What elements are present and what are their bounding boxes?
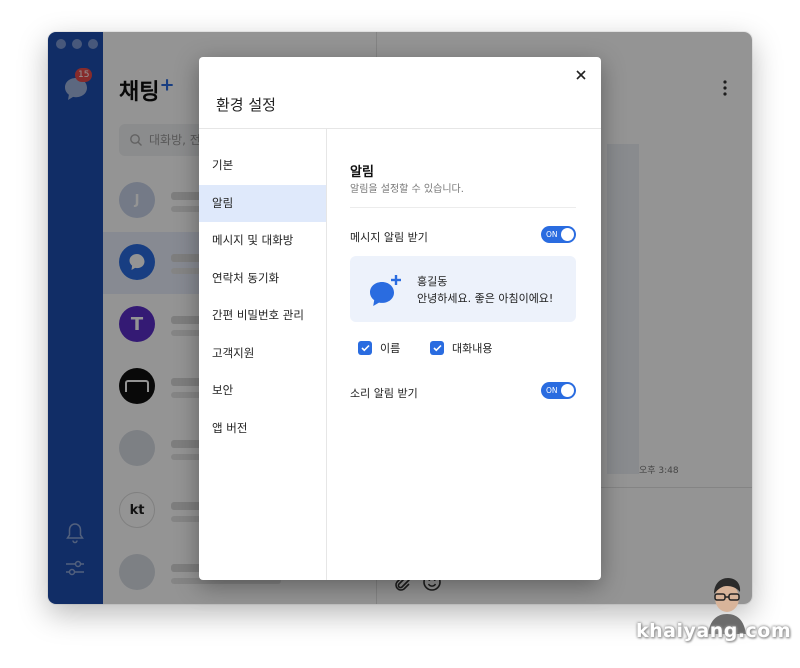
nav-item-notifications[interactable]: 알림 [199, 184, 326, 222]
toggle-state: ON [546, 386, 558, 395]
section-title: 알림 [350, 165, 374, 180]
checkbox-label: 이름 [380, 342, 401, 355]
message-alert-toggle[interactable]: ON [541, 226, 576, 243]
toggle-knob [561, 384, 574, 397]
nav-item-app-version[interactable]: 앱 버전 [199, 410, 326, 448]
sound-alert-label: 소리 알림 받기 [350, 387, 418, 400]
watermark: khaiyang.com [636, 620, 792, 642]
message-alert-label: 메시지 알림 받기 [350, 231, 428, 244]
nav-item-support[interactable]: 고객지원 [199, 335, 326, 373]
checkbox-label: 대화내용 [452, 342, 493, 355]
nav-item-contact-sync[interactable]: 연락처 동기화 [199, 260, 326, 298]
preview-sender: 홍길동 [417, 275, 448, 288]
checkbox-checked-icon [358, 341, 372, 355]
chat-bubble-plus-icon [370, 275, 401, 306]
toggle-state: ON [546, 230, 558, 239]
toggle-knob [561, 228, 574, 241]
checkbox-checked-icon [430, 341, 444, 355]
section-divider [350, 207, 576, 208]
close-icon [576, 70, 586, 80]
section-description: 알림을 설정할 수 있습니다. [350, 184, 464, 195]
notification-preview: 홍길동 안녕하세요. 좋은 아침이에요! [350, 256, 576, 322]
preview-message: 안녕하세요. 좋은 아침이에요! [417, 292, 554, 305]
show-content-checkbox[interactable]: 대화내용 [430, 340, 492, 356]
dialog-divider [199, 128, 601, 129]
nav-item-passcode[interactable]: 간편 비밀번호 관리 [199, 297, 326, 335]
dialog-title: 환경 설정 [216, 96, 276, 114]
close-button[interactable] [571, 65, 591, 85]
nav-item-basic[interactable]: 기본 [199, 147, 326, 185]
nav-item-messages-rooms[interactable]: 메시지 및 대화방 [199, 222, 326, 260]
show-name-checkbox[interactable]: 이름 [358, 340, 400, 356]
settings-nav: 기본 알림 메시지 및 대화방 연락처 동기화 간편 비밀번호 관리 고객지원 … [199, 147, 326, 447]
sound-alert-toggle[interactable]: ON [541, 382, 576, 399]
nav-item-security[interactable]: 보안 [199, 372, 326, 410]
nav-divider [326, 129, 327, 580]
settings-dialog: 환경 설정 기본 알림 메시지 및 대화방 연락처 동기화 간편 비밀번호 관리… [199, 57, 601, 580]
